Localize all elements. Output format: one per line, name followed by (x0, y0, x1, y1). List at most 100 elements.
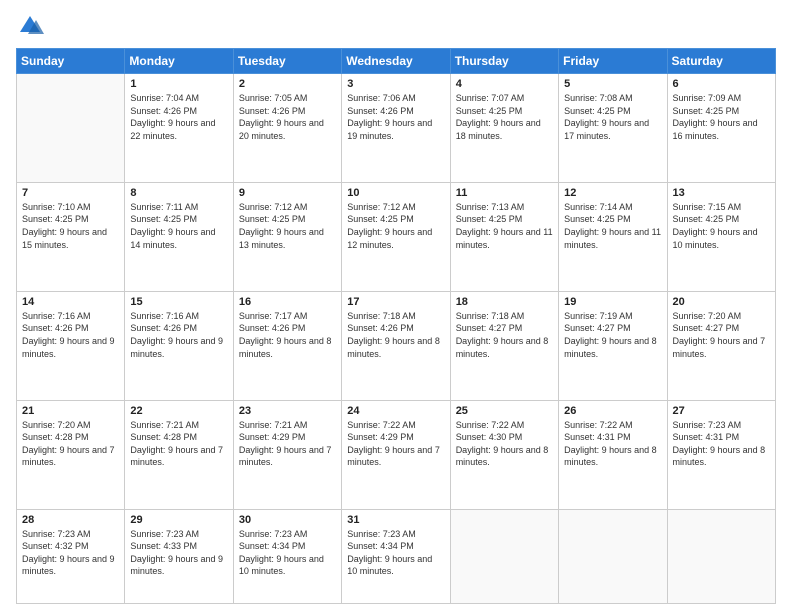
day-number: 3 (347, 78, 444, 90)
day-number: 13 (673, 187, 770, 199)
day-info: Sunrise: 7:13 AMSunset: 4:25 PMDaylight:… (456, 201, 553, 251)
day-info: Sunrise: 7:07 AMSunset: 4:25 PMDaylight:… (456, 92, 553, 142)
day-number: 4 (456, 78, 553, 90)
calendar-cell: 23 Sunrise: 7:21 AMSunset: 4:29 PMDayligh… (233, 400, 341, 509)
day-number: 14 (22, 296, 119, 308)
calendar-cell: 5 Sunrise: 7:08 AMSunset: 4:25 PMDaylight… (559, 74, 667, 183)
calendar-cell (17, 74, 125, 183)
calendar-cell: 25 Sunrise: 7:22 AMSunset: 4:30 PMDayligh… (450, 400, 558, 509)
day-info: Sunrise: 7:06 AMSunset: 4:26 PMDaylight:… (347, 92, 444, 142)
day-info: Sunrise: 7:09 AMSunset: 4:25 PMDaylight:… (673, 92, 770, 142)
calendar-cell: 4 Sunrise: 7:07 AMSunset: 4:25 PMDaylight… (450, 74, 558, 183)
day-number: 5 (564, 78, 661, 90)
day-number: 12 (564, 187, 661, 199)
day-number: 2 (239, 78, 336, 90)
calendar-week-row: 1 Sunrise: 7:04 AMSunset: 4:26 PMDaylight… (17, 74, 776, 183)
day-number: 8 (130, 187, 227, 199)
day-info: Sunrise: 7:04 AMSunset: 4:26 PMDaylight:… (130, 92, 227, 142)
day-info: Sunrise: 7:23 AMSunset: 4:32 PMDaylight:… (22, 528, 119, 578)
day-info: Sunrise: 7:14 AMSunset: 4:25 PMDaylight:… (564, 201, 661, 251)
day-number: 9 (239, 187, 336, 199)
day-number: 26 (564, 405, 661, 417)
calendar-cell (559, 509, 667, 603)
calendar-day-header: Monday (125, 49, 233, 74)
calendar-cell: 19 Sunrise: 7:19 AMSunset: 4:27 PMDayligh… (559, 291, 667, 400)
calendar-cell: 31Sunrise: 7:23 AMSunset: 4:34 PMDayligh… (342, 509, 450, 603)
day-info: Sunrise: 7:17 AMSunset: 4:26 PMDaylight:… (239, 310, 336, 360)
day-info: Sunrise: 7:22 AMSunset: 4:31 PMDaylight:… (564, 419, 661, 469)
day-info: Sunrise: 7:18 AMSunset: 4:27 PMDaylight:… (456, 310, 553, 360)
day-number: 15 (130, 296, 227, 308)
day-number: 25 (456, 405, 553, 417)
calendar-cell: 14 Sunrise: 7:16 AMSunset: 4:26 PMDayligh… (17, 291, 125, 400)
day-number: 24 (347, 405, 444, 417)
calendar-day-header: Tuesday (233, 49, 341, 74)
day-info: Sunrise: 7:16 AMSunset: 4:26 PMDaylight:… (22, 310, 119, 360)
day-info: Sunrise: 7:20 AMSunset: 4:27 PMDaylight:… (673, 310, 770, 360)
calendar-cell: 17Sunrise: 7:18 AMSunset: 4:26 PMDayligh… (342, 291, 450, 400)
calendar-cell: 27 Sunrise: 7:23 AMSunset: 4:31 PMDayligh… (667, 400, 775, 509)
calendar-cell: 21 Sunrise: 7:20 AMSunset: 4:28 PMDayligh… (17, 400, 125, 509)
calendar-day-header: Thursday (450, 49, 558, 74)
day-info: Sunrise: 7:23 AMSunset: 4:31 PMDaylight:… (673, 419, 770, 469)
header (16, 12, 776, 40)
calendar-week-row: 14 Sunrise: 7:16 AMSunset: 4:26 PMDayligh… (17, 291, 776, 400)
day-info: Sunrise: 7:23 AMSunset: 4:33 PMDaylight:… (130, 528, 227, 578)
day-number: 1 (130, 78, 227, 90)
calendar-cell: 15Sunrise: 7:16 AMSunset: 4:26 PMDayligh… (125, 291, 233, 400)
day-info: Sunrise: 7:22 AMSunset: 4:30 PMDaylight:… (456, 419, 553, 469)
calendar-week-row: 28Sunrise: 7:23 AMSunset: 4:32 PMDayligh… (17, 509, 776, 603)
day-number: 6 (673, 78, 770, 90)
day-number: 23 (239, 405, 336, 417)
day-number: 11 (456, 187, 553, 199)
day-info: Sunrise: 7:22 AMSunset: 4:29 PMDaylight:… (347, 419, 444, 469)
calendar-table: SundayMondayTuesdayWednesdayThursdayFrid… (16, 48, 776, 604)
calendar-day-header: Wednesday (342, 49, 450, 74)
day-info: Sunrise: 7:23 AMSunset: 4:34 PMDaylight:… (239, 528, 336, 578)
day-info: Sunrise: 7:12 AMSunset: 4:25 PMDaylight:… (347, 201, 444, 251)
day-info: Sunrise: 7:11 AMSunset: 4:25 PMDaylight:… (130, 201, 227, 251)
day-number: 27 (673, 405, 770, 417)
day-number: 29 (130, 514, 227, 526)
day-info: Sunrise: 7:19 AMSunset: 4:27 PMDaylight:… (564, 310, 661, 360)
day-info: Sunrise: 7:21 AMSunset: 4:29 PMDaylight:… (239, 419, 336, 469)
day-number: 21 (22, 405, 119, 417)
logo-icon (16, 12, 44, 40)
calendar-cell: 18 Sunrise: 7:18 AMSunset: 4:27 PMDayligh… (450, 291, 558, 400)
day-number: 16 (239, 296, 336, 308)
day-number: 22 (130, 405, 227, 417)
day-number: 18 (456, 296, 553, 308)
calendar-week-row: 21 Sunrise: 7:20 AMSunset: 4:28 PMDayligh… (17, 400, 776, 509)
calendar-day-header: Friday (559, 49, 667, 74)
calendar-cell: 13Sunrise: 7:15 AMSunset: 4:25 PMDayligh… (667, 182, 775, 291)
day-info: Sunrise: 7:12 AMSunset: 4:25 PMDaylight:… (239, 201, 336, 251)
calendar-cell: 1 Sunrise: 7:04 AMSunset: 4:26 PMDaylight… (125, 74, 233, 183)
day-number: 19 (564, 296, 661, 308)
calendar-cell: 26 Sunrise: 7:22 AMSunset: 4:31 PMDayligh… (559, 400, 667, 509)
calendar-cell: 28Sunrise: 7:23 AMSunset: 4:32 PMDayligh… (17, 509, 125, 603)
calendar-cell: 10Sunrise: 7:12 AMSunset: 4:25 PMDayligh… (342, 182, 450, 291)
day-info: Sunrise: 7:10 AMSunset: 4:25 PMDaylight:… (22, 201, 119, 251)
calendar-day-header: Saturday (667, 49, 775, 74)
day-info: Sunrise: 7:23 AMSunset: 4:34 PMDaylight:… (347, 528, 444, 578)
calendar-cell: 3 Sunrise: 7:06 AMSunset: 4:26 PMDaylight… (342, 74, 450, 183)
day-info: Sunrise: 7:08 AMSunset: 4:25 PMDaylight:… (564, 92, 661, 142)
calendar-cell: 24 Sunrise: 7:22 AMSunset: 4:29 PMDayligh… (342, 400, 450, 509)
day-info: Sunrise: 7:18 AMSunset: 4:26 PMDaylight:… (347, 310, 444, 360)
calendar-cell: 9 Sunrise: 7:12 AMSunset: 4:25 PMDaylight… (233, 182, 341, 291)
calendar-day-header: Sunday (17, 49, 125, 74)
day-info: Sunrise: 7:21 AMSunset: 4:28 PMDaylight:… (130, 419, 227, 469)
logo (16, 12, 48, 40)
calendar-cell: 20Sunrise: 7:20 AMSunset: 4:27 PMDayligh… (667, 291, 775, 400)
calendar-cell: 22 Sunrise: 7:21 AMSunset: 4:28 PMDayligh… (125, 400, 233, 509)
calendar-cell (450, 509, 558, 603)
calendar-cell: 30 Sunrise: 7:23 AMSunset: 4:34 PMDayligh… (233, 509, 341, 603)
calendar-cell: 29 Sunrise: 7:23 AMSunset: 4:33 PMDayligh… (125, 509, 233, 603)
calendar-cell: 2 Sunrise: 7:05 AMSunset: 4:26 PMDaylight… (233, 74, 341, 183)
calendar-cell: 12 Sunrise: 7:14 AMSunset: 4:25 PMDayligh… (559, 182, 667, 291)
calendar-cell: 6 Sunrise: 7:09 AMSunset: 4:25 PMDaylight… (667, 74, 775, 183)
day-info: Sunrise: 7:20 AMSunset: 4:28 PMDaylight:… (22, 419, 119, 469)
day-info: Sunrise: 7:05 AMSunset: 4:26 PMDaylight:… (239, 92, 336, 142)
calendar-week-row: 7Sunrise: 7:10 AMSunset: 4:25 PMDaylight… (17, 182, 776, 291)
day-number: 30 (239, 514, 336, 526)
